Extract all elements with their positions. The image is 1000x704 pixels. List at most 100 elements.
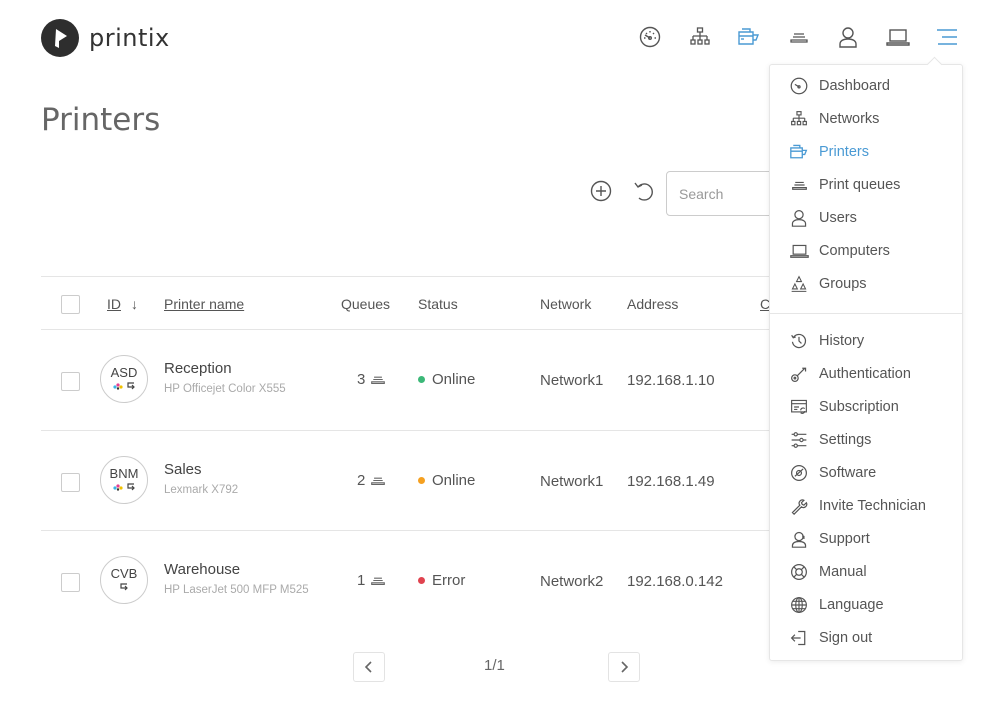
table-row[interactable]: CVB Warehouse HP LaserJet 500 MFP M525 1… bbox=[41, 531, 801, 632]
menu-item-settings[interactable]: Settings bbox=[789, 429, 959, 451]
status-badge: Error bbox=[418, 572, 465, 589]
printer-name[interactable]: Reception bbox=[164, 360, 232, 377]
menu-item-label: Sign out bbox=[819, 630, 873, 646]
ip-address: 192.168.0.142 bbox=[627, 573, 723, 590]
table-body: ASD Reception HP Officejet Color X555 3 … bbox=[41, 330, 801, 632]
laptop-icon bbox=[885, 29, 910, 46]
printer-model: Lexmark X792 bbox=[164, 483, 239, 496]
sliders-icon bbox=[789, 430, 809, 450]
menu-divider bbox=[770, 313, 962, 314]
queue-count[interactable]: 1 bbox=[357, 572, 386, 589]
menu-item-manual[interactable]: Manual bbox=[789, 561, 959, 583]
nav-dashboard-button[interactable] bbox=[638, 24, 662, 50]
row-select-checkbox[interactable] bbox=[61, 372, 80, 391]
user-icon bbox=[839, 27, 857, 48]
duplex-icon bbox=[120, 583, 128, 591]
menu-item-history[interactable]: History bbox=[789, 330, 959, 352]
printer-name[interactable]: Warehouse bbox=[164, 561, 240, 578]
menu-item-label: Support bbox=[819, 531, 870, 547]
laptop-icon bbox=[789, 241, 809, 261]
queue-count-value: 2 bbox=[357, 471, 366, 489]
row-select-checkbox[interactable] bbox=[61, 573, 80, 592]
menu-item-label: Settings bbox=[819, 432, 872, 448]
key-icon bbox=[789, 364, 809, 384]
printer-id: BNM bbox=[109, 465, 139, 481]
menu-item-label: Manual bbox=[819, 564, 867, 580]
menu-item-users[interactable]: Users bbox=[789, 207, 959, 229]
refresh-icon bbox=[634, 182, 653, 201]
nav-print-queues-button[interactable] bbox=[787, 24, 811, 50]
column-header-id[interactable]: ID bbox=[107, 296, 121, 312]
menu-item-networks[interactable]: Networks bbox=[789, 108, 959, 130]
menu-item-printers[interactable]: Printers bbox=[789, 141, 959, 163]
groups-icon bbox=[789, 274, 809, 294]
menu-item-sign-out[interactable]: Sign out bbox=[789, 627, 959, 649]
menu-item-label: Authentication bbox=[819, 366, 911, 382]
support-headset-icon bbox=[789, 529, 809, 549]
previous-page-button[interactable] bbox=[353, 652, 385, 682]
printer-icon bbox=[738, 28, 760, 45]
network-name: Network1 bbox=[540, 472, 604, 490]
status-badge: Online bbox=[418, 371, 475, 388]
brand-logo[interactable]: printix bbox=[41, 19, 170, 57]
refresh-button[interactable] bbox=[633, 180, 655, 202]
menu-item-support[interactable]: Support bbox=[789, 528, 959, 550]
chevron-left-icon bbox=[364, 661, 372, 673]
globe-icon bbox=[789, 595, 809, 615]
table-row[interactable]: ASD Reception HP Officejet Color X555 3 … bbox=[41, 330, 801, 431]
menu-item-authentication[interactable]: Authentication bbox=[789, 363, 959, 385]
menu-item-label: Dashboard bbox=[819, 78, 890, 94]
sort-desc-icon[interactable]: ↓ bbox=[131, 296, 138, 312]
user-icon bbox=[789, 208, 809, 228]
status-dot-icon bbox=[418, 376, 425, 383]
nav-networks-button[interactable] bbox=[688, 24, 712, 50]
print-queue-icon bbox=[789, 175, 809, 195]
printer-model: HP Officejet Color X555 bbox=[164, 383, 286, 395]
menu-item-language[interactable]: Language bbox=[789, 594, 959, 616]
printer-name[interactable]: Sales bbox=[164, 461, 202, 478]
next-page-button[interactable] bbox=[608, 652, 640, 682]
column-header-printer-name[interactable]: Printer name bbox=[164, 296, 244, 312]
nav-printers-button[interactable] bbox=[737, 24, 761, 50]
menu-item-label: Subscription bbox=[819, 399, 899, 415]
duplex-icon bbox=[126, 382, 135, 390]
queue-count[interactable]: 3 bbox=[357, 371, 386, 388]
color-capable-icon bbox=[112, 383, 123, 390]
chevron-right-icon bbox=[621, 661, 629, 673]
printer-icon bbox=[789, 142, 809, 162]
table-row[interactable]: BNM Sales Lexmark X792 2 Online Network1… bbox=[41, 431, 801, 531]
select-all-checkbox[interactable] bbox=[61, 295, 80, 314]
menu-item-label: Software bbox=[819, 465, 877, 481]
hamburger-menu-icon bbox=[937, 29, 957, 45]
nav-menu-button[interactable] bbox=[935, 24, 959, 50]
menu-item-dashboard[interactable]: Dashboard bbox=[789, 75, 959, 97]
status-label: Online bbox=[432, 471, 476, 489]
queue-count[interactable]: 2 bbox=[357, 472, 386, 489]
print-queue-icon bbox=[789, 33, 808, 43]
menu-item-software[interactable]: Software bbox=[789, 462, 959, 484]
row-select-checkbox[interactable] bbox=[61, 472, 80, 492]
print-queue-icon bbox=[371, 577, 386, 585]
column-header-address: Address bbox=[627, 296, 679, 312]
menu-item-label: History bbox=[819, 333, 865, 349]
nav-users-button[interactable] bbox=[836, 24, 860, 50]
page-title: Printers bbox=[41, 102, 161, 138]
network-name: Network2 bbox=[540, 573, 604, 590]
menu-item-computers[interactable]: Computers bbox=[789, 240, 959, 262]
lifebuoy-icon bbox=[789, 562, 809, 582]
printer-id: CVB bbox=[110, 566, 138, 581]
menu-item-groups[interactable]: Groups bbox=[789, 273, 959, 295]
menu-item-print-queues[interactable]: Print queues bbox=[789, 174, 959, 196]
nav-computers-button[interactable] bbox=[885, 24, 910, 50]
printix-logo-icon bbox=[41, 19, 79, 57]
network-name: Network1 bbox=[540, 372, 604, 389]
menu-item-invite-technician[interactable]: Invite Technician bbox=[789, 495, 959, 517]
column-header-network: Network bbox=[540, 296, 592, 312]
printer-model: HP LaserJet 500 MFP M525 bbox=[164, 584, 309, 596]
add-printer-button[interactable] bbox=[590, 180, 612, 202]
ip-address: 192.168.1.49 bbox=[627, 472, 715, 490]
menu-item-subscription[interactable]: Subscription bbox=[789, 396, 959, 418]
menu-item-label: Language bbox=[819, 597, 884, 613]
menu-item-label: Computers bbox=[819, 243, 890, 259]
network-tree-icon bbox=[689, 27, 710, 45]
